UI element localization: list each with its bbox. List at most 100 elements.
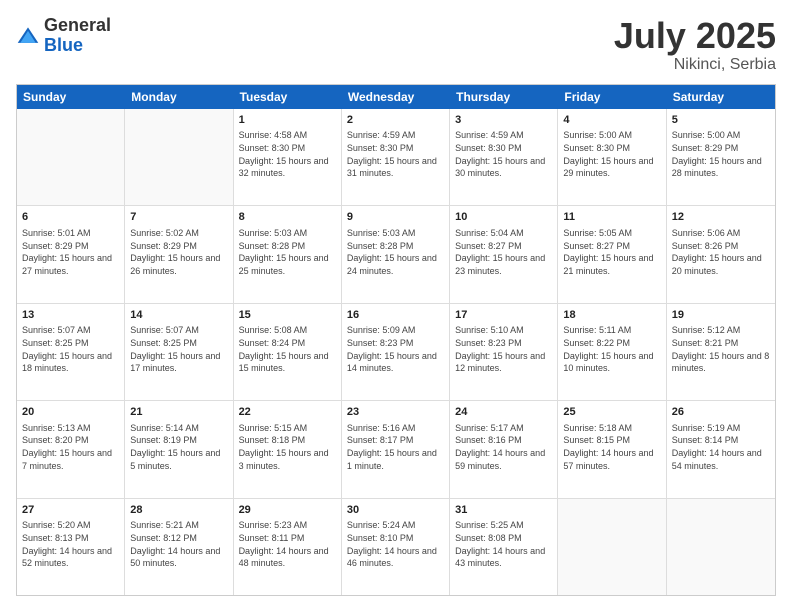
day-number: 7 [130,210,227,225]
dow-friday: Friday [558,85,666,109]
cal-week-2: 13Sunrise: 5:07 AM Sunset: 8:25 PM Dayli… [17,304,775,401]
cell-info: Sunrise: 5:03 AM Sunset: 8:28 PM Dayligh… [239,227,336,277]
cell-info: Sunrise: 5:09 AM Sunset: 8:23 PM Dayligh… [347,324,444,374]
day-number: 12 [672,210,770,225]
cell-info: Sunrise: 5:15 AM Sunset: 8:18 PM Dayligh… [239,422,336,472]
cal-cell: 19Sunrise: 5:12 AM Sunset: 8:21 PM Dayli… [667,304,775,400]
cell-info: Sunrise: 5:00 AM Sunset: 8:29 PM Dayligh… [672,129,770,179]
day-number: 17 [455,308,552,323]
day-number: 2 [347,113,444,128]
dow-monday: Monday [125,85,233,109]
cell-info: Sunrise: 5:01 AM Sunset: 8:29 PM Dayligh… [22,227,119,277]
day-number: 26 [672,405,770,420]
logo-blue-text: Blue [44,35,83,55]
title-block: July 2025 Nikinci, Serbia [614,16,776,74]
cal-cell: 30Sunrise: 5:24 AM Sunset: 8:10 PM Dayli… [342,499,450,595]
cal-cell: 3Sunrise: 4:59 AM Sunset: 8:30 PM Daylig… [450,109,558,205]
day-number: 9 [347,210,444,225]
cal-cell: 18Sunrise: 5:11 AM Sunset: 8:22 PM Dayli… [558,304,666,400]
cal-cell: 11Sunrise: 5:05 AM Sunset: 8:27 PM Dayli… [558,206,666,302]
dow-wednesday: Wednesday [342,85,450,109]
cal-cell: 16Sunrise: 5:09 AM Sunset: 8:23 PM Dayli… [342,304,450,400]
cal-cell: 14Sunrise: 5:07 AM Sunset: 8:25 PM Dayli… [125,304,233,400]
cal-cell: 24Sunrise: 5:17 AM Sunset: 8:16 PM Dayli… [450,401,558,497]
day-number: 22 [239,405,336,420]
day-number: 25 [563,405,660,420]
cal-week-1: 6 Sunrise: 5:01 AM Sunset: 8:29 PM Daylig… [17,206,775,303]
cal-cell: 2Sunrise: 4:59 AM Sunset: 8:30 PM Daylig… [342,109,450,205]
cal-cell: 13Sunrise: 5:07 AM Sunset: 8:25 PM Dayli… [17,304,125,400]
cal-cell: 1Sunrise: 4:58 AM Sunset: 8:30 PM Daylig… [234,109,342,205]
dow-saturday: Saturday [667,85,775,109]
day-number: 5 [672,113,770,128]
cell-info: Sunrise: 5:23 AM Sunset: 8:11 PM Dayligh… [239,519,336,569]
logo: General Blue [16,16,111,56]
cell-info: Sunrise: 5:13 AM Sunset: 8:20 PM Dayligh… [22,422,119,472]
cal-cell: 23Sunrise: 5:16 AM Sunset: 8:17 PM Dayli… [342,401,450,497]
day-number: 14 [130,308,227,323]
logo-icon [16,24,40,48]
day-number: 20 [22,405,119,420]
cell-info: Sunrise: 5:11 AM Sunset: 8:22 PM Dayligh… [563,324,660,374]
day-number: 13 [22,308,119,323]
cell-info: Sunrise: 5:06 AM Sunset: 8:26 PM Dayligh… [672,227,770,277]
dow-tuesday: Tuesday [234,85,342,109]
cell-info: Sunrise: 4:58 AM Sunset: 8:30 PM Dayligh… [239,129,336,179]
calendar-header: Sunday Monday Tuesday Wednesday Thursday… [17,85,775,109]
cell-info: Sunrise: 5:07 AM Sunset: 8:25 PM Dayligh… [22,324,119,374]
day-number: 16 [347,308,444,323]
title-location: Nikinci, Serbia [614,56,776,74]
logo-general-text: General [44,15,111,35]
day-number: 29 [239,503,336,518]
cell-info: Sunrise: 4:59 AM Sunset: 8:30 PM Dayligh… [347,129,444,179]
cal-cell: 5Sunrise: 5:00 AM Sunset: 8:29 PM Daylig… [667,109,775,205]
dow-sunday: Sunday [17,85,125,109]
day-number: 1 [239,113,336,128]
day-number: 30 [347,503,444,518]
cell-info: Sunrise: 5:18 AM Sunset: 8:15 PM Dayligh… [563,422,660,472]
header: General Blue July 2025 Nikinci, Serbia [16,16,776,74]
cal-cell: 15Sunrise: 5:08 AM Sunset: 8:24 PM Dayli… [234,304,342,400]
cell-info: Sunrise: 5:02 AM Sunset: 8:29 PM Dayligh… [130,227,227,277]
day-number: 27 [22,503,119,518]
cell-info: Sunrise: 5:12 AM Sunset: 8:21 PM Dayligh… [672,324,770,374]
cal-cell: 22 Sunrise: 5:15 AM Sunset: 8:18 PM Dayli… [234,401,342,497]
cell-info: Sunrise: 5:16 AM Sunset: 8:17 PM Dayligh… [347,422,444,472]
cal-cell: 6 Sunrise: 5:01 AM Sunset: 8:29 PM Daylig… [17,206,125,302]
cal-cell: 25 Sunrise: 5:18 AM Sunset: 8:15 PM Dayli… [558,401,666,497]
cell-info: Sunrise: 5:10 AM Sunset: 8:23 PM Dayligh… [455,324,552,374]
day-number: 15 [239,308,336,323]
cal-cell: 9Sunrise: 5:03 AM Sunset: 8:28 PM Daylig… [342,206,450,302]
day-number: 10 [455,210,552,225]
cal-cell [125,109,233,205]
cal-cell: 27Sunrise: 5:20 AM Sunset: 8:13 PM Dayli… [17,499,125,595]
cell-info: Sunrise: 4:59 AM Sunset: 8:30 PM Dayligh… [455,129,552,179]
cell-info: Sunrise: 5:25 AM Sunset: 8:08 PM Dayligh… [455,519,552,569]
cell-info: Sunrise: 5:07 AM Sunset: 8:25 PM Dayligh… [130,324,227,374]
calendar: Sunday Monday Tuesday Wednesday Thursday… [16,84,776,596]
cal-cell: 8Sunrise: 5:03 AM Sunset: 8:28 PM Daylig… [234,206,342,302]
cal-cell [667,499,775,595]
cal-week-3: 20 Sunrise: 5:13 AM Sunset: 8:20 PM Dayli… [17,401,775,498]
cell-info: Sunrise: 5:05 AM Sunset: 8:27 PM Dayligh… [563,227,660,277]
cal-cell: 31Sunrise: 5:25 AM Sunset: 8:08 PM Dayli… [450,499,558,595]
cal-cell: 26Sunrise: 5:19 AM Sunset: 8:14 PM Dayli… [667,401,775,497]
cal-cell: 4Sunrise: 5:00 AM Sunset: 8:30 PM Daylig… [558,109,666,205]
day-number: 3 [455,113,552,128]
cell-info: Sunrise: 5:08 AM Sunset: 8:24 PM Dayligh… [239,324,336,374]
cal-cell: 12 Sunrise: 5:06 AM Sunset: 8:26 PM Dayli… [667,206,775,302]
title-month: July 2025 [614,16,776,56]
day-number: 6 [22,210,119,225]
cell-info: Sunrise: 5:20 AM Sunset: 8:13 PM Dayligh… [22,519,119,569]
cell-info: Sunrise: 5:00 AM Sunset: 8:30 PM Dayligh… [563,129,660,179]
page: General Blue July 2025 Nikinci, Serbia S… [0,0,792,612]
cell-info: Sunrise: 5:17 AM Sunset: 8:16 PM Dayligh… [455,422,552,472]
cal-cell: 28Sunrise: 5:21 AM Sunset: 8:12 PM Dayli… [125,499,233,595]
logo-text: General Blue [44,16,111,56]
cell-info: Sunrise: 5:24 AM Sunset: 8:10 PM Dayligh… [347,519,444,569]
cell-info: Sunrise: 5:14 AM Sunset: 8:19 PM Dayligh… [130,422,227,472]
cal-cell: 10Sunrise: 5:04 AM Sunset: 8:27 PM Dayli… [450,206,558,302]
cal-cell: 21Sunrise: 5:14 AM Sunset: 8:19 PM Dayli… [125,401,233,497]
day-number: 19 [672,308,770,323]
calendar-body: 1Sunrise: 4:58 AM Sunset: 8:30 PM Daylig… [17,109,775,595]
